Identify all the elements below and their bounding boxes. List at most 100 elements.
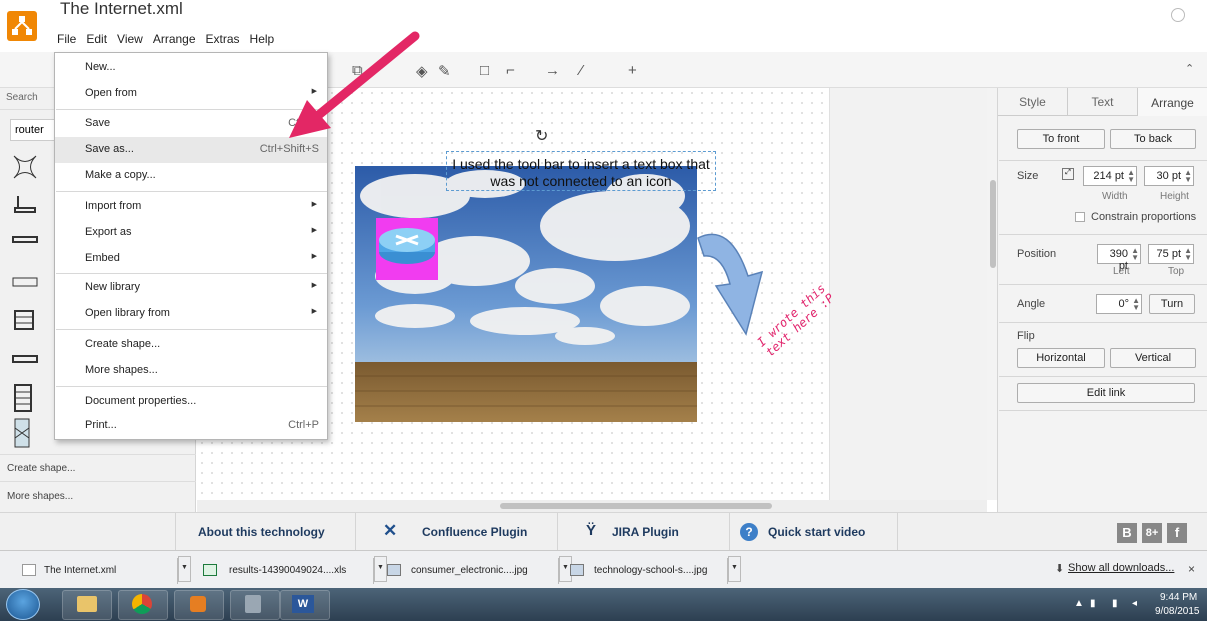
edit-link-button[interactable]: Edit link <box>1017 383 1195 403</box>
about-technology-link[interactable]: About this technology <box>198 513 325 551</box>
menu-edit[interactable]: Edit <box>81 30 112 48</box>
constrain-checkbox[interactable] <box>1075 212 1085 222</box>
curved-arrow-shape[interactable] <box>690 226 770 346</box>
menu-item-export-as[interactable]: Export as ▶ <box>55 220 327 246</box>
sky-field-image[interactable] <box>355 166 697 422</box>
vertical-scrollbar[interactable] <box>987 88 997 500</box>
collapse-icon[interactable]: ⌃ <box>1185 62 1194 75</box>
close-downloads-icon[interactable]: × <box>1188 562 1195 576</box>
hub-shape-icon[interactable] <box>12 154 38 180</box>
menu-item-embed[interactable]: Embed ▶ <box>55 246 327 272</box>
menu-item-create-shape[interactable]: Create shape... <box>55 332 327 358</box>
download-item-technology-jpg[interactable]: technology-school-s....jpg ▼ <box>570 556 741 584</box>
spinner-icon[interactable]: ▲ ▼ <box>1184 169 1192 184</box>
windows-taskbar <box>0 588 1207 621</box>
facebook-icon[interactable]: f <box>1167 523 1187 543</box>
menu-item-new-library[interactable]: New library ▶ <box>55 275 327 301</box>
cabinet-shape-icon[interactable] <box>12 418 38 448</box>
confluence-plugin-link[interactable]: Confluence Plugin <box>422 513 527 551</box>
menu-separator <box>56 386 327 387</box>
menu-item-document-properties[interactable]: Document properties... <box>55 389 327 415</box>
horizontal-scroll-thumb[interactable] <box>500 503 772 509</box>
menu-extras[interactable]: Extras <box>201 30 245 48</box>
rotate-handle-icon[interactable]: ↻ <box>535 126 548 146</box>
clock-date[interactable]: 9/08/2015 <box>1155 606 1200 617</box>
router-icon[interactable] <box>376 218 438 280</box>
document-title[interactable]: The Internet.xml <box>60 0 183 17</box>
canvas-text-box[interactable]: I used the tool bar to insert a text box… <box>446 151 716 191</box>
menu-item-print[interactable]: Print... Ctrl+P <box>55 413 327 439</box>
more-shapes-link[interactable]: More shapes... <box>7 491 73 502</box>
left-input[interactable]: 390 pt ▲ ▼ <box>1097 244 1141 272</box>
tower-shape-icon[interactable] <box>12 384 38 412</box>
download-item-xls[interactable]: results-14390049024....xls ▼ <box>193 556 387 584</box>
create-shape-link[interactable]: Create shape... <box>7 463 75 474</box>
menu-item-import-from[interactable]: Import from ▶ <box>55 194 327 220</box>
tab-arrange[interactable]: Arrange <box>1138 88 1207 116</box>
quick-start-video-link[interactable]: Quick start video <box>768 513 865 551</box>
help-icon: ? <box>740 523 758 541</box>
tab-style[interactable]: Style <box>998 88 1068 116</box>
patch-panel-shape-icon[interactable] <box>12 354 38 364</box>
width-input[interactable]: 214 pt ▲ ▼ <box>1083 166 1137 186</box>
waypoints-icon[interactable]: ⁄ <box>580 62 583 79</box>
height-input[interactable]: 30 pt ▲ ▼ <box>1144 166 1194 186</box>
download-item-consumer-jpg[interactable]: consumer_electronic....jpg ▼ <box>387 556 572 584</box>
rack-shape-icon[interactable] <box>12 276 38 288</box>
autosize-icon[interactable]: ⤢ <box>1062 168 1074 180</box>
spinner-icon[interactable]: ▲ ▼ <box>1127 169 1135 184</box>
menu-item-more-shapes[interactable]: More shapes... <box>55 358 327 384</box>
jira-plugin-link[interactable]: JIRA Plugin <box>612 513 679 551</box>
spinner-icon[interactable]: ▲ ▼ <box>1131 247 1139 262</box>
connection-icon[interactable]: → <box>545 62 560 79</box>
router-shape-icon[interactable] <box>12 190 38 216</box>
flip-vertical-button[interactable]: Vertical <box>1110 348 1196 368</box>
download-item-xml[interactable]: The Internet.xml ▼ <box>0 556 191 584</box>
to-back-button[interactable]: To back <box>1110 129 1196 149</box>
panel-divider <box>999 410 1207 411</box>
panel-divider <box>999 322 1207 323</box>
network-tray-icon[interactable]: ▮ <box>1090 598 1096 609</box>
blogger-icon[interactable]: B <box>1117 523 1137 543</box>
show-all-downloads-link[interactable]: Show all downloads... <box>1068 562 1174 574</box>
download-arrow-icon: ⬇ <box>1055 563 1065 575</box>
tab-text[interactable]: Text <box>1068 88 1138 116</box>
flip-horizontal-button[interactable]: Horizontal <box>1017 348 1105 368</box>
download-options-chevron-icon[interactable]: ▼ <box>374 556 387 582</box>
insert-plus-icon[interactable]: + <box>628 62 637 79</box>
power-tray-icon[interactable]: ▮ <box>1112 598 1118 609</box>
menu-file[interactable]: File <box>52 30 81 48</box>
top-input[interactable]: 75 pt ▲ ▼ <box>1148 244 1194 264</box>
drawio-logo-icon[interactable] <box>7 11 37 41</box>
turn-button[interactable]: Turn <box>1149 294 1195 314</box>
menu-separator <box>56 273 327 274</box>
switch-shape-icon[interactable] <box>12 234 38 246</box>
download-options-chevron-icon[interactable]: ▼ <box>728 556 741 582</box>
vertical-scroll-thumb[interactable] <box>990 180 996 268</box>
menu-help[interactable]: Help <box>245 30 280 48</box>
server-shape-icon[interactable] <box>12 310 38 330</box>
downloads-bar: The Internet.xml ▼ results-14390049024..… <box>0 550 1207 588</box>
clock-time[interactable]: 9:44 PM <box>1160 592 1197 603</box>
menu-arrange[interactable]: Arrange <box>148 30 201 48</box>
menu-item-make-copy[interactable]: Make a copy... <box>55 163 327 189</box>
to-front-button[interactable]: To front <box>1017 129 1105 149</box>
spinner-icon[interactable]: ▲ ▼ <box>1132 297 1140 312</box>
excel-file-icon <box>203 564 217 576</box>
panel-divider <box>999 376 1207 377</box>
spinner-icon[interactable]: ▲ ▼ <box>1184 247 1192 262</box>
format-panel: Style Text Arrange To front To back Size… <box>997 88 1207 512</box>
globe-icon[interactable] <box>1171 8 1185 22</box>
angle-input[interactable]: 0° ▲ ▼ <box>1096 294 1142 314</box>
google-plus-icon[interactable]: 8+ <box>1142 523 1162 543</box>
tray-expand-icon[interactable]: ▲ <box>1074 598 1084 609</box>
volume-tray-icon[interactable]: ◂ <box>1132 598 1137 609</box>
start-button[interactable] <box>6 589 40 620</box>
line-color-icon[interactable]: ✎ <box>438 62 451 80</box>
menu-item-open-library-from[interactable]: Open library from ▶ <box>55 301 327 327</box>
download-options-chevron-icon[interactable]: ▼ <box>178 556 191 582</box>
menu-view[interactable]: View <box>112 30 148 48</box>
search-input[interactable] <box>10 119 60 141</box>
shadow-icon[interactable]: □ <box>480 62 489 79</box>
waypoint-icon[interactable]: ⌐ <box>506 62 515 79</box>
